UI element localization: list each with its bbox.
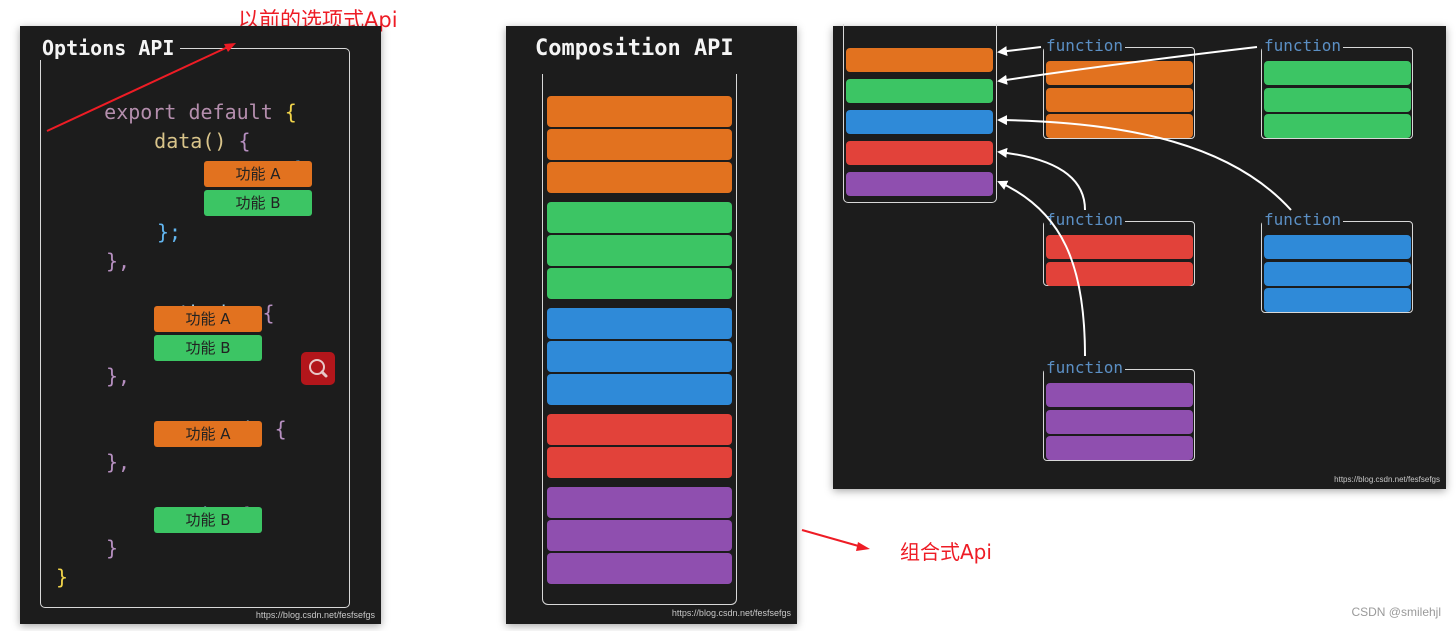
function-composition-panel: function function function function function… [833,24,1446,489]
connector-arrows [997,46,1292,357]
arrow-purple [997,180,1086,357]
watermark: https://blog.csdn.net/fesfsefgs [1334,475,1440,484]
csdn-credit: CSDN @smilehjl [1351,605,1441,619]
arrow-red [997,147,1086,211]
arrow-orange [997,46,1042,57]
arrow-green [997,46,1258,85]
composition-api-annotation: 组合式Api [900,540,992,564]
arrow-blue [997,115,1292,211]
